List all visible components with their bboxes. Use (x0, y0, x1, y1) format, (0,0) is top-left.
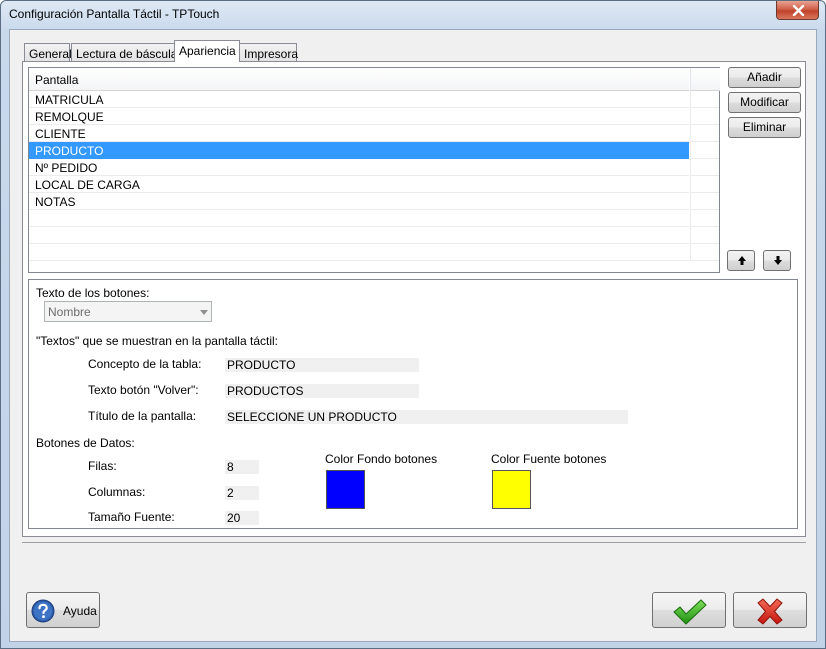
columns-label: Columnas: (88, 485, 146, 499)
field-value: 8 (227, 460, 234, 474)
combo-value: Nombre (48, 305, 91, 319)
button-text-label: Texto de los botones: (36, 286, 150, 300)
help-button[interactable]: Ayuda (26, 592, 100, 628)
list-item-label: MATRICULA (35, 93, 104, 107)
cancel-button[interactable] (733, 592, 807, 628)
list-row-filler (690, 227, 719, 244)
list-row-filler (690, 125, 719, 142)
field-value: 20 (227, 511, 241, 525)
tab-label: Lectura de báscula (76, 47, 178, 61)
screen-title-label: Título de la pantalla: (88, 409, 197, 423)
list-empty-row (29, 244, 689, 261)
list-row-filler (690, 142, 719, 159)
field-value: SELECCIONE UN PRODUCTO (227, 410, 397, 424)
list-row-filler (690, 193, 719, 210)
window-title: Configuración Pantalla Táctil - TPTouch (9, 7, 220, 21)
list-row-filler (690, 210, 719, 227)
data-buttons-label: Botones de Datos: (36, 436, 135, 450)
font-color-label: Color Fuente botones (491, 452, 607, 466)
font-size-field[interactable]: 20 (225, 511, 259, 525)
modify-button[interactable]: Modificar (728, 92, 801, 113)
tab-label: Apariencia (179, 44, 236, 58)
list-item[interactable]: REMOLQUE (29, 108, 689, 125)
bg-color-label: Color Fondo botones (325, 452, 438, 466)
list-item[interactable]: NOTAS (29, 193, 689, 210)
rows-field[interactable]: 8 (225, 460, 259, 474)
tab-impresora[interactable]: Impresora (239, 43, 299, 61)
screen-title-field[interactable]: SELECCIONE UN PRODUCTO (225, 410, 628, 424)
list-item-label: CLIENTE (35, 127, 86, 141)
cross-icon (757, 598, 783, 625)
list-row-filler (690, 91, 719, 108)
footer-divider (22, 542, 806, 543)
tab-general[interactable]: General (24, 43, 72, 61)
delete-button-label: Eliminar (742, 120, 787, 134)
appearance-options-group: Texto de los botones: Nombre "Textos" qu… (28, 279, 798, 529)
list-item[interactable]: CLIENTE (29, 125, 689, 142)
list-item[interactable]: LOCAL DE CARGA (29, 176, 689, 193)
window-close-button[interactable] (776, 1, 819, 20)
texts-section-label: "Textos" que se muestran en la pantalla … (36, 334, 278, 348)
list-item-label: REMOLQUE (35, 110, 104, 124)
checkmark-icon (673, 599, 707, 625)
column-header-label: Pantalla (35, 73, 79, 87)
list-row-filler (690, 176, 719, 193)
list-row-filler (690, 108, 719, 125)
move-up-button[interactable] (727, 250, 755, 271)
close-icon (792, 5, 805, 16)
list-row-filler (690, 244, 719, 261)
config-window: Configuración Pantalla Táctil - TPTouch … (0, 0, 826, 649)
column-header-pantalla[interactable]: Pantalla (29, 68, 689, 91)
columns-field[interactable]: 2 (225, 486, 259, 500)
list-empty-row (29, 227, 689, 244)
ok-button[interactable] (652, 592, 726, 628)
tab-label: Impresora (244, 47, 299, 61)
table-concept-label: Concepto de la tabla: (88, 357, 202, 371)
field-value: PRODUCTO (227, 358, 296, 372)
tab-apariencia[interactable]: Apariencia (174, 40, 240, 62)
chevron-down-icon (200, 310, 208, 315)
title-bar: Configuración Pantalla Táctil - TPTouch (1, 1, 825, 27)
bg-color-swatch[interactable] (326, 470, 365, 509)
list-item[interactable]: PRODUCTO (29, 142, 689, 159)
list-item[interactable]: MATRICULA (29, 91, 689, 108)
field-value: 2 (227, 486, 234, 500)
list-row-filler (690, 159, 719, 176)
delete-button[interactable]: Eliminar (728, 117, 801, 138)
tab-label: General (29, 47, 72, 61)
rows-label: Filas: (88, 459, 117, 473)
button-text-combo[interactable]: Nombre (44, 301, 212, 322)
modify-button-label: Modificar (740, 95, 789, 109)
arrow-down-icon (774, 256, 782, 265)
list-item-label: Nº PEDIDO (35, 161, 98, 175)
tab-lectura-bascula[interactable]: Lectura de báscula (71, 43, 178, 61)
screens-listview[interactable]: Pantalla MATRICULA REMOLQUE CLIENTE PRODUCT… (28, 67, 720, 273)
back-button-text-label: Texto botón "Volver": (88, 383, 199, 397)
list-item[interactable]: Nº PEDIDO (29, 159, 689, 176)
field-value: PRODUCTOS (227, 384, 304, 398)
dialog-client-area: General Lectura de báscula Apariencia Im… (9, 29, 817, 642)
help-icon (31, 599, 55, 623)
arrow-up-icon (738, 256, 746, 265)
add-button-label: Añadir (747, 70, 782, 84)
list-item-label: NOTAS (35, 195, 76, 209)
column-header-filler (690, 68, 720, 91)
font-color-swatch[interactable] (492, 470, 531, 509)
add-button[interactable]: Añadir (728, 67, 801, 88)
tab-panel-apariencia: Pantalla MATRICULA REMOLQUE CLIENTE PRODUCT… (22, 61, 806, 537)
move-down-button[interactable] (763, 250, 791, 271)
back-button-text-field[interactable]: PRODUCTOS (225, 384, 419, 398)
list-item-label: PRODUCTO (35, 144, 104, 158)
table-concept-field[interactable]: PRODUCTO (225, 358, 419, 372)
list-item-label: LOCAL DE CARGA (35, 178, 140, 192)
font-size-label: Tamaño Fuente: (88, 510, 175, 524)
help-button-label: Ayuda (63, 604, 97, 618)
list-empty-row (29, 210, 689, 227)
